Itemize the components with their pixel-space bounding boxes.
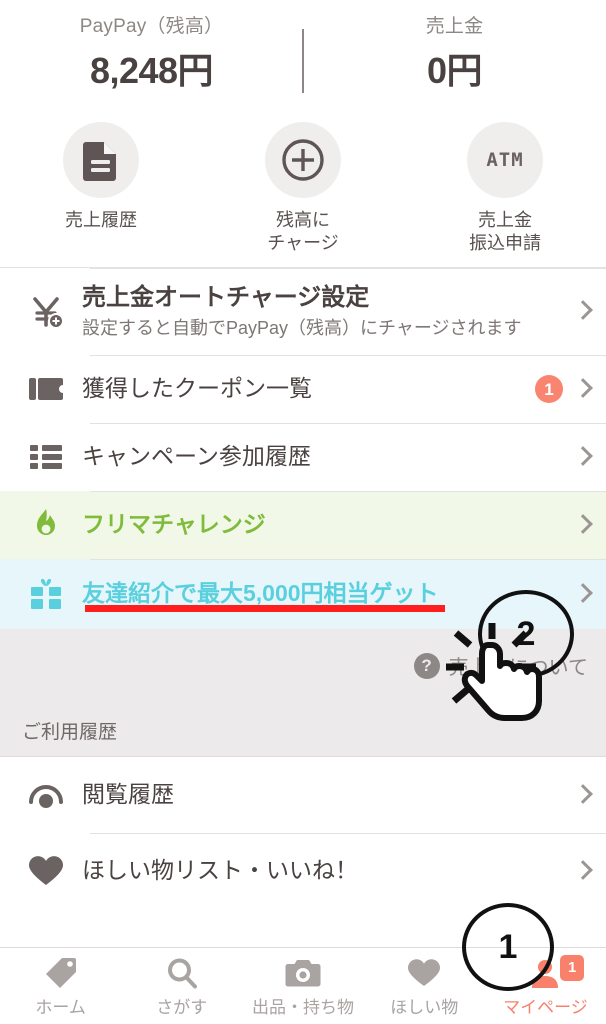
quick-action-label: 売上履歴 (65, 210, 137, 230)
menu-row-right (575, 446, 588, 469)
chevron-right-icon (575, 583, 588, 606)
plus-circle-icon (265, 122, 341, 198)
history-row-right (575, 784, 588, 807)
coupon-count-badge: 1 (535, 375, 563, 403)
annotation-red-underline (85, 605, 445, 612)
tab-home[interactable]: ホーム (0, 948, 121, 1024)
chevron-right-icon (575, 514, 588, 537)
search-icon (166, 956, 198, 990)
history-list: 閲覧履歴 ほしい物リスト・いいね！ (0, 757, 606, 909)
balance-header: PayPay（残高） 8,248円 売上金 0円 (0, 0, 606, 122)
history-row-body: 閲覧履歴 (74, 780, 567, 810)
history-row-browsing[interactable]: 閲覧履歴 (0, 757, 606, 833)
menu-row-title: キャンペーン参加履歴 (82, 443, 311, 470)
chevron-right-icon (575, 300, 588, 323)
menu-row-body: 売上金オートチャージ設定 設定すると自動でPayPay（残高）にチャージされます (74, 282, 567, 341)
menu-row-title: フリマチャレンジ (82, 511, 266, 538)
menu-row-campaign-history[interactable]: キャンペーン参加履歴 (0, 423, 606, 491)
chevron-right-icon (575, 860, 588, 883)
history-row-title: ほしい物リスト・いいね！ (82, 857, 358, 884)
menu-row-furima-challenge[interactable]: フリマチャレンジ (0, 491, 606, 559)
balance-paypay-label: PayPay（残高） (79, 16, 224, 37)
quick-action-label: 残高に チャージ (267, 210, 339, 253)
heart-icon (18, 855, 74, 887)
ticket-icon (18, 375, 74, 403)
camera-icon (285, 956, 321, 990)
quick-actions: 売上履歴 残高に チャージ ATM 売上金 振込申請 (0, 122, 606, 267)
menu-row-right (575, 583, 588, 606)
menu-list: 売上金オートチャージ設定 設定すると自動でPayPay（残高）にチャージされます… (0, 267, 606, 629)
balance-sales-label: 売上金 (425, 16, 484, 37)
menu-row-auto-charge[interactable]: 売上金オートチャージ設定 設定すると自動でPayPay（残高）にチャージされます (0, 267, 606, 355)
tab-sell[interactable]: 出品・持ち物 (242, 948, 363, 1024)
yen-plus-icon (18, 294, 74, 330)
balance-paypay[interactable]: PayPay（残高） 8,248円 (0, 0, 303, 92)
price-tag-icon (44, 956, 78, 990)
tab-label: 出品・持ち物 (252, 998, 354, 1017)
history-row-wishlist[interactable]: ほしい物リスト・いいね！ (0, 833, 606, 909)
menu-row-subtitle: 設定すると自動でPayPay（残高）にチャージされます (82, 318, 522, 339)
menu-row-body: フリマチャレンジ (74, 510, 567, 540)
quick-action-charge[interactable]: 残高に チャージ (202, 122, 404, 267)
tab-label: さがす (156, 998, 208, 1017)
chevron-right-icon (575, 446, 588, 469)
flame-icon (18, 508, 74, 542)
balance-sales-value: 0円 (426, 49, 483, 91)
chevron-right-icon (575, 378, 588, 401)
menu-row-right: 1 (535, 375, 588, 403)
menu-row-title: 売上金オートチャージ設定 (82, 284, 370, 312)
tab-label: マイページ (503, 998, 588, 1017)
quick-action-sales-history[interactable]: 売上履歴 (0, 122, 202, 267)
menu-row-body: 獲得したクーポン一覧 (74, 374, 527, 404)
app-screen: PayPay（残高） 8,248円 売上金 0円 売上履歴 残高に チャージ A… (0, 0, 606, 1024)
atm-icon-text: ATM (486, 149, 524, 171)
annotation-step-2: 2 (478, 590, 574, 678)
document-icon (63, 122, 139, 198)
annotation-step-1: 1 (462, 903, 554, 991)
menu-row-body: キャンペーン参加履歴 (74, 442, 567, 472)
history-section-heading: ご利用履歴 (0, 703, 606, 757)
mypage-notification-badge: 1 (559, 955, 585, 981)
menu-row-coupons[interactable]: 獲得したクーポン一覧 1 (0, 355, 606, 423)
history-row-body: ほしい物リスト・いいね！ (74, 856, 567, 886)
atm-icon: ATM (467, 122, 543, 198)
list-icon (18, 443, 74, 471)
chevron-right-icon (575, 784, 588, 807)
history-row-right (575, 860, 588, 883)
tab-label: ホーム (35, 998, 86, 1017)
menu-row-title: 獲得したクーポン一覧 (82, 375, 312, 402)
tab-search[interactable]: さがす (121, 948, 242, 1024)
balance-paypay-value: 8,248円 (89, 49, 214, 91)
balance-divider (302, 29, 304, 93)
gift-icon (18, 577, 74, 611)
history-row-title: 閲覧履歴 (82, 781, 174, 808)
quick-action-label: 売上金 振込申請 (469, 210, 541, 253)
balance-sales[interactable]: 売上金 0円 (303, 0, 606, 92)
menu-row-right (575, 300, 588, 323)
browse-history-icon (18, 781, 74, 809)
tab-label: ほしい物 (390, 998, 459, 1017)
menu-row-right (575, 514, 588, 537)
heart-icon (407, 956, 441, 990)
question-mark-icon: ? (413, 652, 440, 679)
quick-action-transfer[interactable]: ATM 売上金 振込申請 (404, 122, 606, 267)
